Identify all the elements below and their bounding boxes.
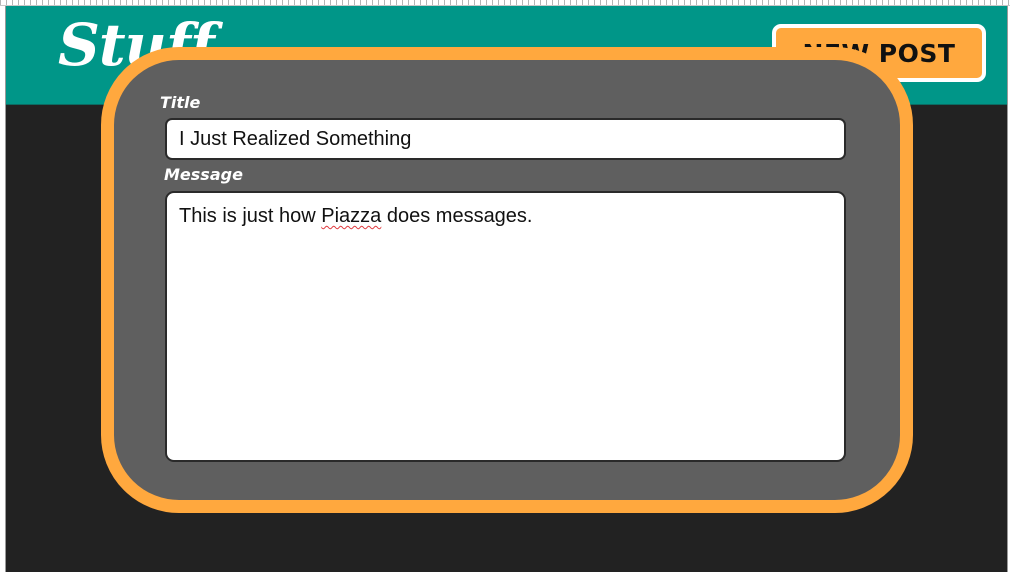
new-post-modal: Title I Just Realized Something Message … [101, 47, 913, 513]
message-label: Message [164, 165, 243, 184]
title-input-value: I Just Realized Something [179, 127, 412, 150]
misspelled-word: Piazza [321, 205, 382, 227]
message-text-after: does messages. [381, 205, 533, 227]
title-input[interactable]: I Just Realized Something [165, 118, 846, 160]
message-text-before: This is just how [179, 205, 322, 227]
message-textarea[interactable]: This is just how Piazza does messages. [165, 191, 846, 462]
title-label: Title [160, 93, 201, 112]
